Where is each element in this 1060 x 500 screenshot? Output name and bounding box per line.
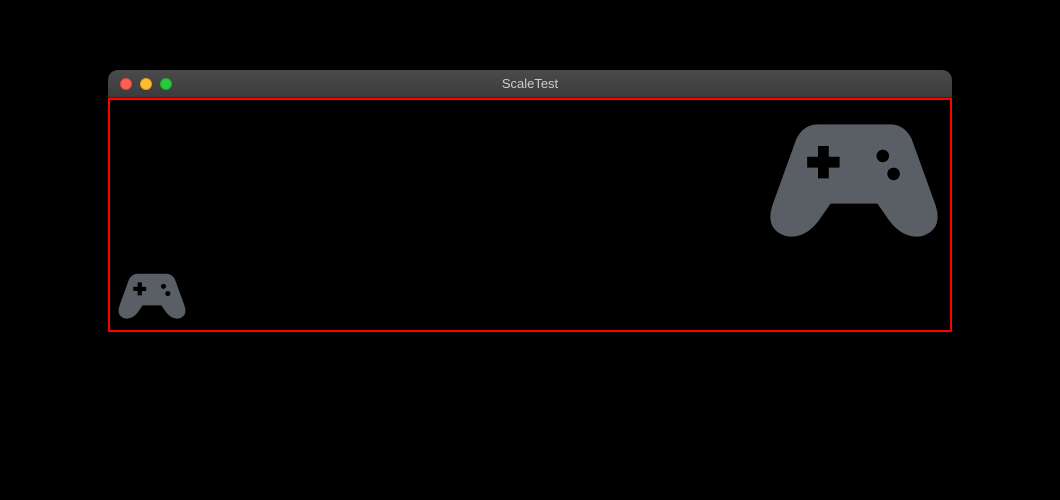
- maximize-button[interactable]: [160, 78, 172, 90]
- minimize-button[interactable]: [140, 78, 152, 90]
- game-controller-small: [116, 268, 188, 320]
- window-title: ScaleTest: [108, 76, 952, 91]
- window-content: [108, 98, 952, 332]
- application-window: ScaleTest: [108, 70, 952, 332]
- close-button[interactable]: [120, 78, 132, 90]
- window-titlebar[interactable]: ScaleTest: [108, 70, 952, 98]
- traffic-light-group: [108, 78, 172, 90]
- game-controller-icon: [764, 110, 944, 240]
- game-controller-large: [764, 110, 944, 240]
- game-controller-icon: [116, 268, 188, 320]
